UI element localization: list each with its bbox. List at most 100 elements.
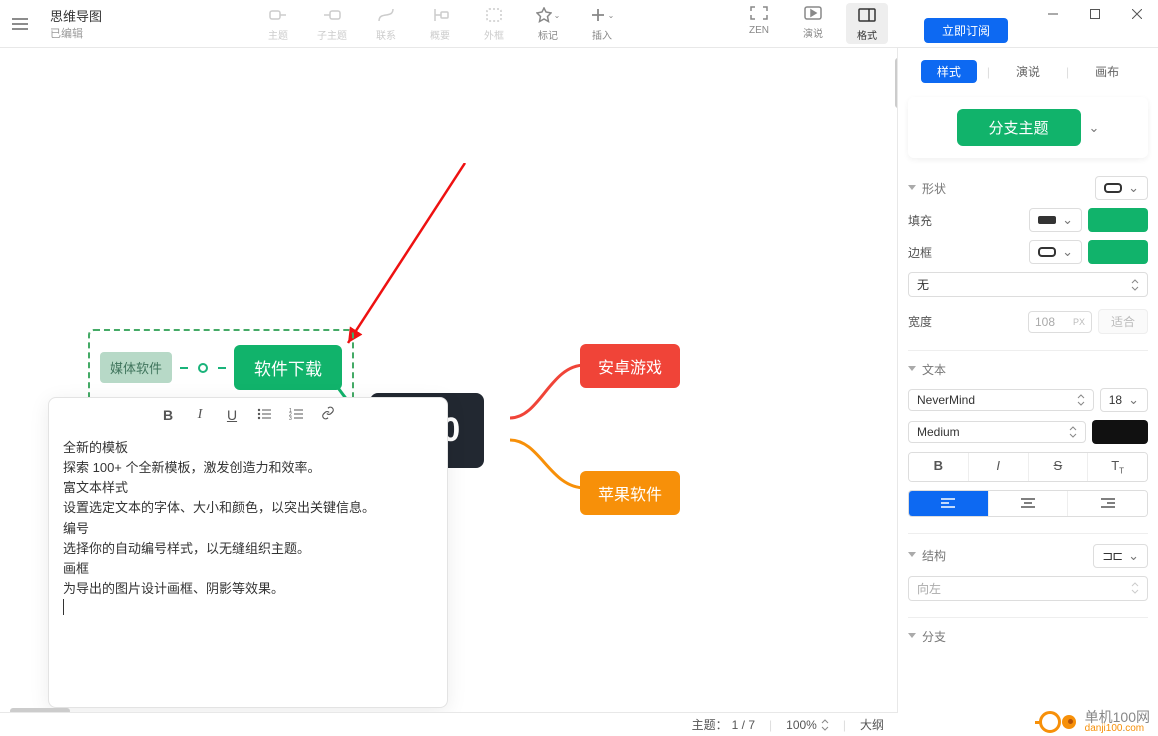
topic-counter: 主题：1 / 7 bbox=[692, 716, 755, 733]
note-line: 选择你的自动编号样式，以无缝组织主题。 bbox=[63, 539, 433, 559]
note-line: 设置选定文本的字体、大小和颜色，以突出关键信息。 bbox=[63, 498, 433, 518]
connector-dot bbox=[198, 363, 208, 373]
note-line: 画框 bbox=[63, 559, 433, 579]
toolbar-format[interactable]: 格式 bbox=[846, 3, 888, 44]
style-preset-row: 分支主题 ⌄ bbox=[908, 97, 1148, 158]
bullet-list-button[interactable] bbox=[255, 407, 273, 423]
zoom-control[interactable]: 100% bbox=[786, 718, 829, 732]
section-title-branch[interactable]: 分支 bbox=[908, 628, 1148, 645]
note-line: 富文本样式 bbox=[63, 478, 433, 498]
watermark: 单机100网 danji100.com bbox=[1039, 710, 1150, 734]
note-line: 为导出的图片设计画框、阴影等效果。 bbox=[63, 579, 433, 599]
tab-canvas[interactable]: 画布 bbox=[1079, 60, 1135, 83]
subnode-media[interactable]: 媒体软件 bbox=[100, 352, 172, 383]
watermark-logo-icon bbox=[1039, 710, 1079, 734]
close-button[interactable] bbox=[1116, 0, 1158, 28]
width-input[interactable]: 108 PX bbox=[1028, 311, 1092, 333]
border-line-select[interactable]: 无 bbox=[908, 272, 1148, 297]
note-line: 编号 bbox=[63, 519, 433, 539]
toolbar-insert[interactable]: ⌄插入 bbox=[581, 5, 623, 42]
watermark-text-cn: 单机100网 bbox=[1085, 710, 1150, 724]
toolbar-zen[interactable]: ZEN bbox=[738, 3, 780, 44]
solid-fill-icon bbox=[1038, 216, 1056, 224]
minimize-button[interactable] bbox=[1032, 0, 1074, 28]
structure-direction-select[interactable]: 向左 bbox=[908, 576, 1148, 601]
note-editor-popover[interactable]: B I U 123 全新的模板探索 100+ 个全新模板，激发创造力和效率。富文… bbox=[48, 397, 448, 708]
rounded-rect-icon bbox=[1104, 183, 1122, 193]
section-title-shape[interactable]: 形状 bbox=[908, 180, 946, 197]
watermark-text-en: danji100.com bbox=[1085, 724, 1150, 734]
tab-present[interactable]: 演说 bbox=[1000, 60, 1056, 83]
format-side-panel: 样式 | 演说 | 画布 分支主题 ⌄ 形状 ⌄ 填充 ⌄ 边框 ⌄ bbox=[898, 48, 1158, 736]
toolbar-boundary: 外框 bbox=[473, 5, 515, 42]
numbered-list-button[interactable]: 123 bbox=[287, 407, 305, 423]
toolbar-present[interactable]: 演说 bbox=[792, 3, 834, 44]
connector-dash bbox=[180, 367, 188, 369]
node-download[interactable]: 软件下载 bbox=[234, 345, 342, 390]
textcase-toggle[interactable]: TT bbox=[1088, 453, 1147, 481]
document-title-block: 思维导图 已编辑 bbox=[40, 6, 102, 41]
fill-color-swatch[interactable] bbox=[1088, 208, 1148, 232]
section-branch: 分支 bbox=[908, 628, 1148, 645]
right-toolbar: ZEN 演说格式 bbox=[738, 3, 888, 44]
underline-button[interactable]: U bbox=[223, 407, 241, 423]
font-size-select[interactable]: 18⌄ bbox=[1100, 388, 1148, 412]
tab-style[interactable]: 样式 bbox=[921, 60, 977, 83]
selected-node-group[interactable]: 媒体软件 软件下载 bbox=[88, 329, 354, 406]
align-center-button[interactable] bbox=[989, 491, 1069, 516]
italic-toggle[interactable]: I bbox=[969, 453, 1029, 481]
toolbar-topic: 主题 bbox=[257, 5, 299, 42]
width-label: 宽度 bbox=[908, 313, 932, 330]
note-line: 探索 100+ 个全新模板，激发创造力和效率。 bbox=[63, 458, 433, 478]
structure-type-select[interactable]: ⊐⊏⌄ bbox=[1093, 544, 1148, 568]
connector-dash bbox=[218, 367, 226, 369]
font-family-select[interactable]: NeverMind bbox=[908, 389, 1094, 411]
link-button[interactable] bbox=[319, 406, 337, 423]
text-cursor bbox=[63, 599, 64, 615]
note-line: 全新的模板 bbox=[63, 438, 433, 458]
stepper-icon bbox=[1131, 279, 1139, 291]
outline-toggle[interactable]: 大纲 bbox=[860, 716, 884, 733]
stepper-icon bbox=[821, 719, 829, 731]
node-android-games[interactable]: 安卓游戏 bbox=[580, 344, 680, 388]
shape-type-select[interactable]: ⌄ bbox=[1095, 176, 1148, 200]
align-left-button[interactable] bbox=[909, 491, 989, 516]
note-body[interactable]: 全新的模板探索 100+ 个全新模板，激发创造力和效率。富文本样式设置选定文本的… bbox=[49, 432, 447, 627]
border-style-select[interactable]: ⌄ bbox=[1029, 240, 1082, 264]
font-weight-select[interactable]: Medium bbox=[908, 421, 1086, 443]
border-rect-icon bbox=[1038, 247, 1056, 257]
panel-tabs: 样式 | 演说 | 画布 bbox=[908, 60, 1148, 83]
subscribe-button[interactable]: 立即订阅 bbox=[924, 18, 1008, 43]
note-toolbar: B I U 123 bbox=[49, 398, 447, 432]
text-color-swatch[interactable] bbox=[1092, 420, 1148, 444]
text-style-segments: B I S TT bbox=[908, 452, 1148, 482]
style-preset-chip[interactable]: 分支主题 bbox=[957, 109, 1081, 146]
chevron-down-icon[interactable]: ⌄ bbox=[1089, 120, 1100, 136]
node-apple-software[interactable]: 苹果软件 bbox=[580, 471, 680, 515]
bold-toggle[interactable]: B bbox=[909, 453, 969, 481]
status-bar: 主题：1 / 7 | 100% | 大纲 bbox=[0, 712, 898, 736]
italic-button[interactable]: I bbox=[191, 407, 209, 423]
document-title: 思维导图 bbox=[50, 6, 102, 25]
hamburger-menu[interactable] bbox=[0, 0, 40, 48]
fill-label: 填充 bbox=[908, 212, 932, 229]
border-label: 边框 bbox=[908, 244, 932, 261]
section-text: 文本 NeverMind 18⌄ Medium B I S TT bbox=[908, 361, 1148, 517]
strike-toggle[interactable]: S bbox=[1029, 453, 1089, 481]
fill-style-select[interactable]: ⌄ bbox=[1029, 208, 1082, 232]
mindmap-canvas[interactable]: 媒体软件 软件下载 ,100 安卓游戏 苹果软件 B I U 123 全新的模板… bbox=[0, 48, 897, 712]
section-structure: 结构 ⊐⊏⌄ 向左 bbox=[908, 544, 1148, 601]
svg-text:3: 3 bbox=[289, 416, 292, 420]
structure-icon: ⊐⊏ bbox=[1102, 548, 1122, 564]
section-title-text[interactable]: 文本 bbox=[908, 361, 1148, 378]
window-controls bbox=[1032, 0, 1158, 28]
maximize-button[interactable] bbox=[1074, 0, 1116, 28]
align-right-button[interactable] bbox=[1068, 491, 1147, 516]
toolbar-marker[interactable]: ⌄标记 bbox=[527, 5, 569, 42]
text-align-segments bbox=[908, 490, 1148, 517]
bold-button[interactable]: B bbox=[159, 407, 177, 423]
section-title-structure[interactable]: 结构 bbox=[908, 547, 946, 564]
fit-button[interactable]: 适合 bbox=[1098, 309, 1148, 334]
border-color-swatch[interactable] bbox=[1088, 240, 1148, 264]
document-subtitle: 已编辑 bbox=[50, 25, 102, 41]
